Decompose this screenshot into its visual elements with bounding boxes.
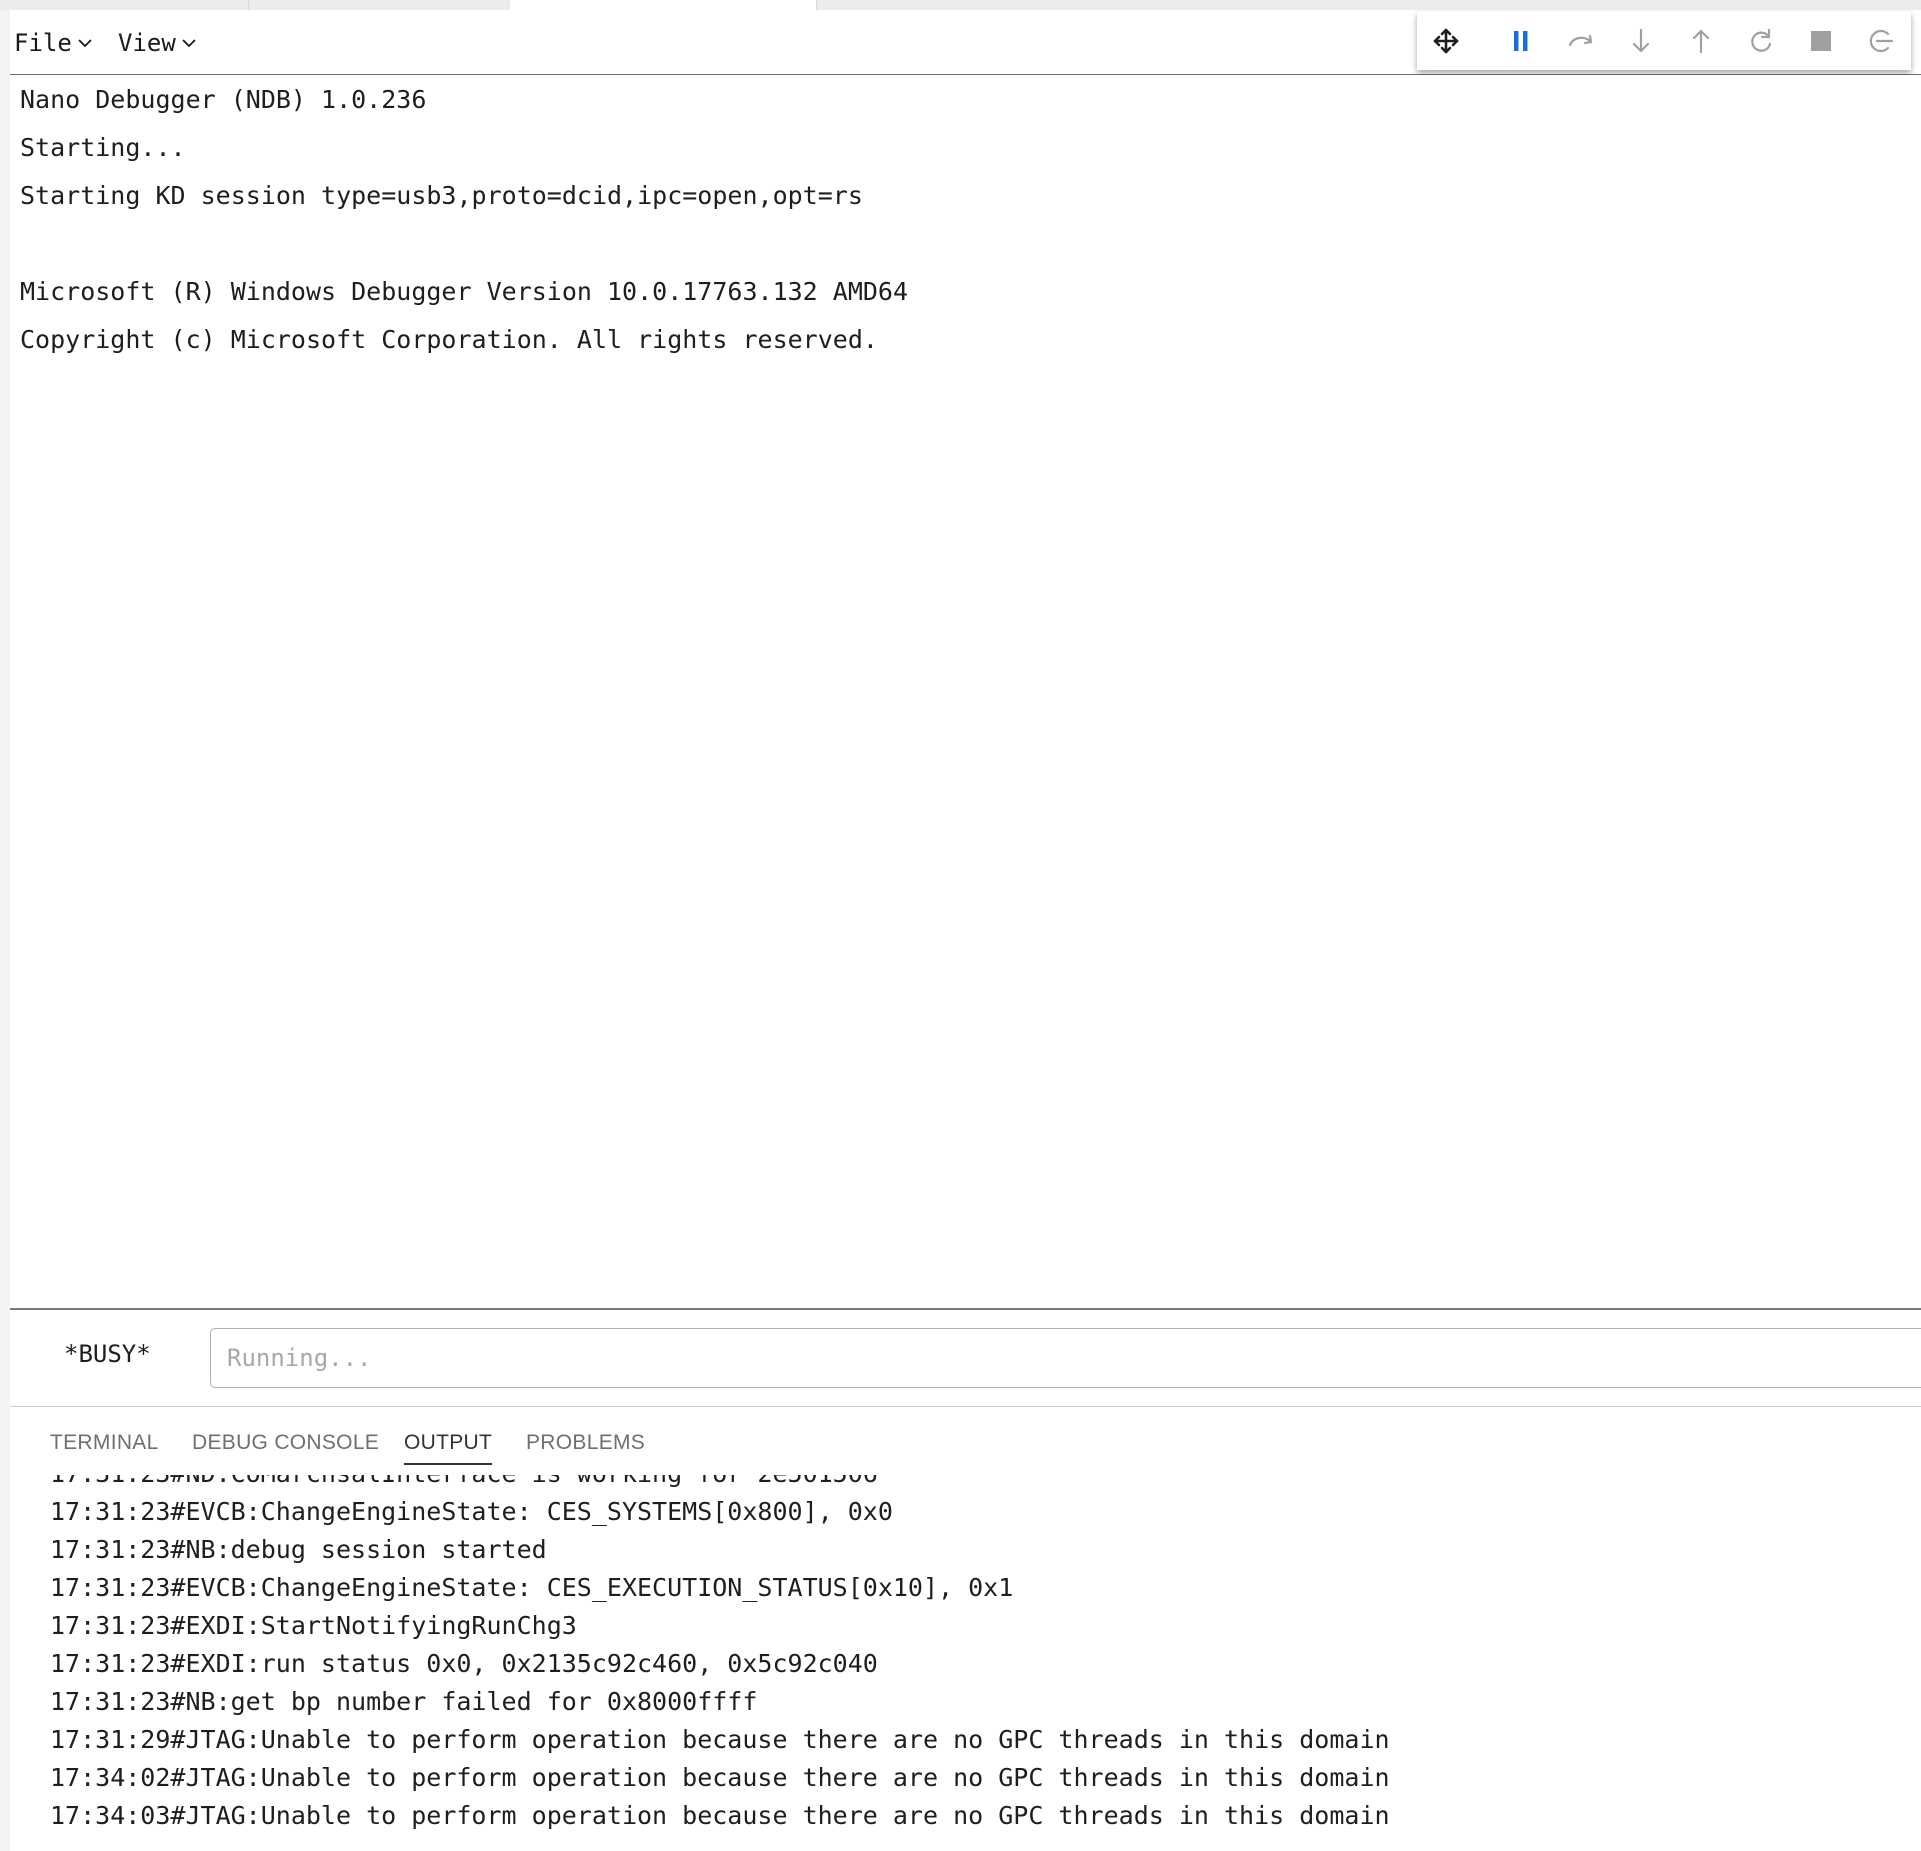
output-line: 17:31:29#JTAG:Unable to perform operatio… — [50, 1725, 1390, 1754]
pause-icon — [1514, 31, 1528, 51]
step-into-icon — [1632, 28, 1650, 53]
console-line: Starting... — [20, 133, 186, 162]
editor-tab-strip — [0, 0, 1921, 10]
editor-tab[interactable] — [0, 0, 248, 10]
tab-problems[interactable]: PROBLEMS — [526, 1431, 645, 1463]
panel-tabs: TERMINAL DEBUG CONSOLE OUTPUT PROBLEMS — [10, 1407, 1921, 1475]
debugger-window: File View Nano Debugger (NDB) 1.0.236 St… — [0, 0, 1921, 1851]
output-line: 17:34:03#JTAG:Unable to perform operatio… — [50, 1801, 1390, 1830]
tab-debug-console[interactable]: DEBUG CONSOLE — [192, 1431, 379, 1463]
file-menu[interactable]: File — [14, 28, 95, 58]
step-over-button[interactable] — [1562, 22, 1600, 60]
restart-button[interactable] — [1742, 22, 1780, 60]
step-over-icon — [1568, 34, 1593, 47]
status-label: *BUSY* — [64, 1340, 151, 1368]
console-line: Microsoft (R) Windows Debugger Version 1… — [20, 277, 909, 306]
file-menu-label: File — [14, 29, 72, 57]
command-input[interactable] — [210, 1328, 1921, 1388]
view-menu-label: View — [118, 29, 176, 57]
view-menu[interactable]: View — [118, 28, 199, 58]
disconnect-icon — [1869, 29, 1894, 53]
output-panel[interactable]: 17:31:23#ND:CoMarchsalInterface is worki… — [10, 1475, 1921, 1851]
pause-button[interactable] — [1502, 22, 1540, 60]
console-line: Copyright (c) Microsoft Corporation. All… — [20, 325, 878, 354]
step-into-button[interactable] — [1622, 22, 1660, 60]
debug-toolbar — [1417, 12, 1911, 70]
stop-button[interactable] — [1802, 22, 1840, 60]
tab-terminal[interactable]: TERMINAL — [50, 1431, 159, 1463]
stop-icon — [1811, 31, 1831, 51]
disconnect-button[interactable] — [1862, 22, 1900, 60]
chevron-down-icon — [78, 39, 92, 48]
toolbar-move-handle[interactable] — [1427, 22, 1465, 60]
editor-tab-active[interactable] — [510, 0, 816, 10]
command-bar: *BUSY* — [10, 1310, 1921, 1406]
output-line: 17:31:23#NB:get bp number failed for 0x8… — [50, 1687, 758, 1716]
debugger-console[interactable]: Nano Debugger (NDB) 1.0.236 Starting... … — [10, 75, 1921, 1308]
output-line: 17:34:02#JTAG:Unable to perform operatio… — [50, 1763, 1390, 1792]
output-line: 17:31:23#EXDI:StartNotifyingRunChg3 — [50, 1611, 577, 1640]
console-line: Nano Debugger (NDB) 1.0.236 — [20, 85, 427, 114]
tab-output[interactable]: OUTPUT — [404, 1431, 493, 1465]
step-out-icon — [1692, 29, 1710, 54]
drag-move-icon — [1433, 28, 1459, 54]
editor-tab[interactable] — [248, 0, 511, 10]
output-line: 17:31:23#EVCB:ChangeEngineState: CES_SYS… — [50, 1497, 893, 1526]
console-line: Starting KD session type=usb3,proto=dcid… — [20, 181, 863, 210]
editor-tab[interactable] — [816, 0, 1057, 10]
chevron-down-icon — [182, 39, 196, 48]
step-out-button[interactable] — [1682, 22, 1720, 60]
left-gutter — [0, 10, 10, 1851]
output-line: 17:31:23#NB:debug session started — [50, 1535, 547, 1564]
output-line: 17:31:23#ND:CoMarchsalInterface is worki… — [50, 1475, 878, 1489]
output-line: 17:31:23#EVCB:ChangeEngineState: CES_EXE… — [50, 1573, 1014, 1602]
restart-icon — [1751, 28, 1772, 52]
output-line: 17:31:23#EXDI:run status 0x0, 0x2135c92c… — [50, 1649, 878, 1678]
